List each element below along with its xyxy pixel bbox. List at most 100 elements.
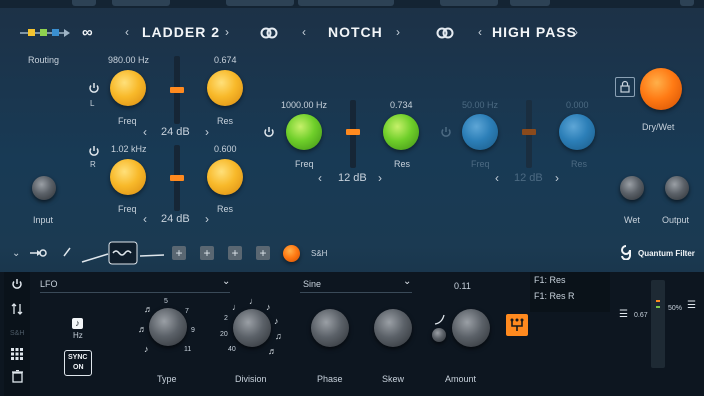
ladder-slope-top-next[interactable]: › xyxy=(205,125,209,139)
filter2-title[interactable]: NOTCH xyxy=(328,24,383,40)
ladder-slope-bottom-prev[interactable]: ‹ xyxy=(143,212,147,226)
swap-arrows-icon[interactable] xyxy=(11,302,23,316)
toolbar-button[interactable] xyxy=(112,0,170,6)
ladder-res-l-knob[interactable] xyxy=(207,70,243,106)
ladder-freq-l-value: 980.00 Hz xyxy=(108,55,150,65)
ladder-slope-top-prev[interactable]: ‹ xyxy=(143,125,147,139)
modulation-target-button[interactable] xyxy=(506,314,528,336)
next-filter3-button[interactable]: › xyxy=(574,25,578,39)
wet-knob[interactable] xyxy=(620,176,644,200)
output-knob[interactable] xyxy=(665,176,689,200)
phase-label: Phase xyxy=(317,374,343,384)
next-filter1-button[interactable]: › xyxy=(225,25,229,39)
grid-icon[interactable] xyxy=(11,348,23,360)
menu-icon[interactable]: ☰ xyxy=(687,300,696,311)
ladder-mix-r-slider-handle[interactable] xyxy=(170,175,184,181)
amount-mini-knob[interactable] xyxy=(432,328,446,342)
toolbar-button[interactable] xyxy=(440,0,498,6)
input-knob[interactable] xyxy=(32,176,56,200)
routing-chain-icon[interactable] xyxy=(20,27,70,39)
notch-res-knob[interactable] xyxy=(383,114,419,150)
meter-indicator xyxy=(656,306,660,308)
notch-mix-slider-handle[interactable] xyxy=(346,129,360,135)
filter3-link-icon[interactable] xyxy=(436,27,454,39)
highpass-mix-slider-handle[interactable] xyxy=(522,129,536,135)
highpass-res-label: Res xyxy=(571,159,588,169)
type-note-icon: ♬ xyxy=(138,324,147,334)
menu-icon[interactable]: ☰ xyxy=(619,309,628,320)
prev-filter1-button[interactable]: ‹ xyxy=(125,25,129,39)
phase-knob[interactable] xyxy=(311,309,349,347)
target-item[interactable]: F1: Res R xyxy=(534,291,575,301)
lfo-source-select[interactable]: LFO xyxy=(40,279,58,289)
ladder-slope-top[interactable]: 24 dB xyxy=(161,126,190,138)
lfo-power-icon[interactable] xyxy=(11,278,23,290)
type-note-small-icon: ♪ xyxy=(144,344,149,354)
next-filter2-button[interactable]: › xyxy=(396,25,400,39)
notch-power-icon[interactable] xyxy=(263,126,275,138)
lfo-source-chevron-icon[interactable]: ⌄ xyxy=(222,276,230,287)
toolbar-button[interactable] xyxy=(510,0,550,6)
notch-slope-next[interactable]: › xyxy=(378,171,382,185)
ladder-freq-l-label: Freq xyxy=(118,116,137,126)
ladder-mix-slider-handle[interactable] xyxy=(170,87,184,93)
sync-toggle[interactable]: SYNC ON xyxy=(64,350,92,376)
modulation-meter[interactable] xyxy=(651,280,665,368)
lfo-sh-label[interactable]: S&H xyxy=(10,330,24,337)
add-modulator-button[interactable]: + xyxy=(172,246,186,260)
add-modulator-button[interactable]: + xyxy=(228,246,242,260)
amount-knob[interactable] xyxy=(452,309,490,347)
drywet-knob[interactable] xyxy=(640,68,682,110)
link-icon[interactable]: ∞ xyxy=(82,24,93,41)
ladder-res-r-knob[interactable] xyxy=(207,159,243,195)
hz-label: Hz xyxy=(73,331,83,340)
toolbar-button[interactable] xyxy=(72,0,96,6)
ladder-freq-l-knob[interactable] xyxy=(110,70,146,106)
trash-icon[interactable] xyxy=(12,370,23,383)
type-knob[interactable] xyxy=(149,308,187,346)
highpass-freq-knob[interactable] xyxy=(462,114,498,150)
highpass-slope[interactable]: 12 dB xyxy=(514,172,543,184)
filter2-link-icon[interactable] xyxy=(260,27,278,39)
ladder-slope-bottom-next[interactable]: › xyxy=(205,212,209,226)
notch-freq-knob[interactable] xyxy=(286,114,322,150)
waveform-shapes-icon[interactable] xyxy=(80,240,170,266)
notch-slope[interactable]: 12 dB xyxy=(338,172,367,184)
division-note-icon: ♫ xyxy=(275,331,282,341)
division-note-icon: ♩ xyxy=(249,296,258,306)
modulation-connect-icon[interactable] xyxy=(30,248,50,258)
highpass-res-value: 0.000 xyxy=(566,100,589,110)
prev-filter2-button[interactable]: ‹ xyxy=(302,25,306,39)
skew-knob[interactable] xyxy=(374,309,412,347)
toolbar-button[interactable] xyxy=(226,0,294,6)
add-modulator-button[interactable]: + xyxy=(200,246,214,260)
lock-button[interactable] xyxy=(615,77,635,97)
sh-toggle-button[interactable] xyxy=(283,245,300,262)
filter1-title[interactable]: LADDER 2 xyxy=(142,24,220,40)
ladder-slope-bottom[interactable]: 24 dB xyxy=(161,213,190,225)
power-icon-left[interactable] xyxy=(88,82,100,94)
notch-slope-prev[interactable]: ‹ xyxy=(318,171,322,185)
add-modulator-button[interactable]: + xyxy=(256,246,270,260)
target-fork-icon xyxy=(510,318,524,331)
filter3-title[interactable]: HIGH PASS xyxy=(492,24,577,40)
note-icon[interactable]: ♪ xyxy=(72,318,83,329)
division-label: Division xyxy=(235,374,267,384)
ladder-freq-r-knob[interactable] xyxy=(110,159,146,195)
target-item[interactable]: F1: Res xyxy=(534,275,566,285)
highpass-power-icon[interactable] xyxy=(440,126,452,138)
power-button[interactable] xyxy=(680,0,694,6)
toolbar-button[interactable] xyxy=(298,0,394,6)
sync-label-line1: SYNC xyxy=(68,354,88,361)
prev-filter3-button[interactable]: ‹ xyxy=(478,25,482,39)
highpass-slope-prev[interactable]: ‹ xyxy=(495,171,499,185)
ladder-res-l-value: 0.674 xyxy=(214,55,237,65)
lfo-shape-select[interactable]: Sine xyxy=(303,279,321,289)
highpass-res-knob[interactable] xyxy=(559,114,595,150)
collapse-chevron-icon[interactable]: ⌄ xyxy=(12,248,20,259)
ramp-shape-icon[interactable] xyxy=(62,246,72,258)
highpass-slope-next[interactable]: › xyxy=(555,171,559,185)
lfo-shape-chevron-icon[interactable]: ⌄ xyxy=(403,276,411,287)
power-icon-right[interactable] xyxy=(88,145,100,157)
division-knob[interactable] xyxy=(233,309,271,347)
